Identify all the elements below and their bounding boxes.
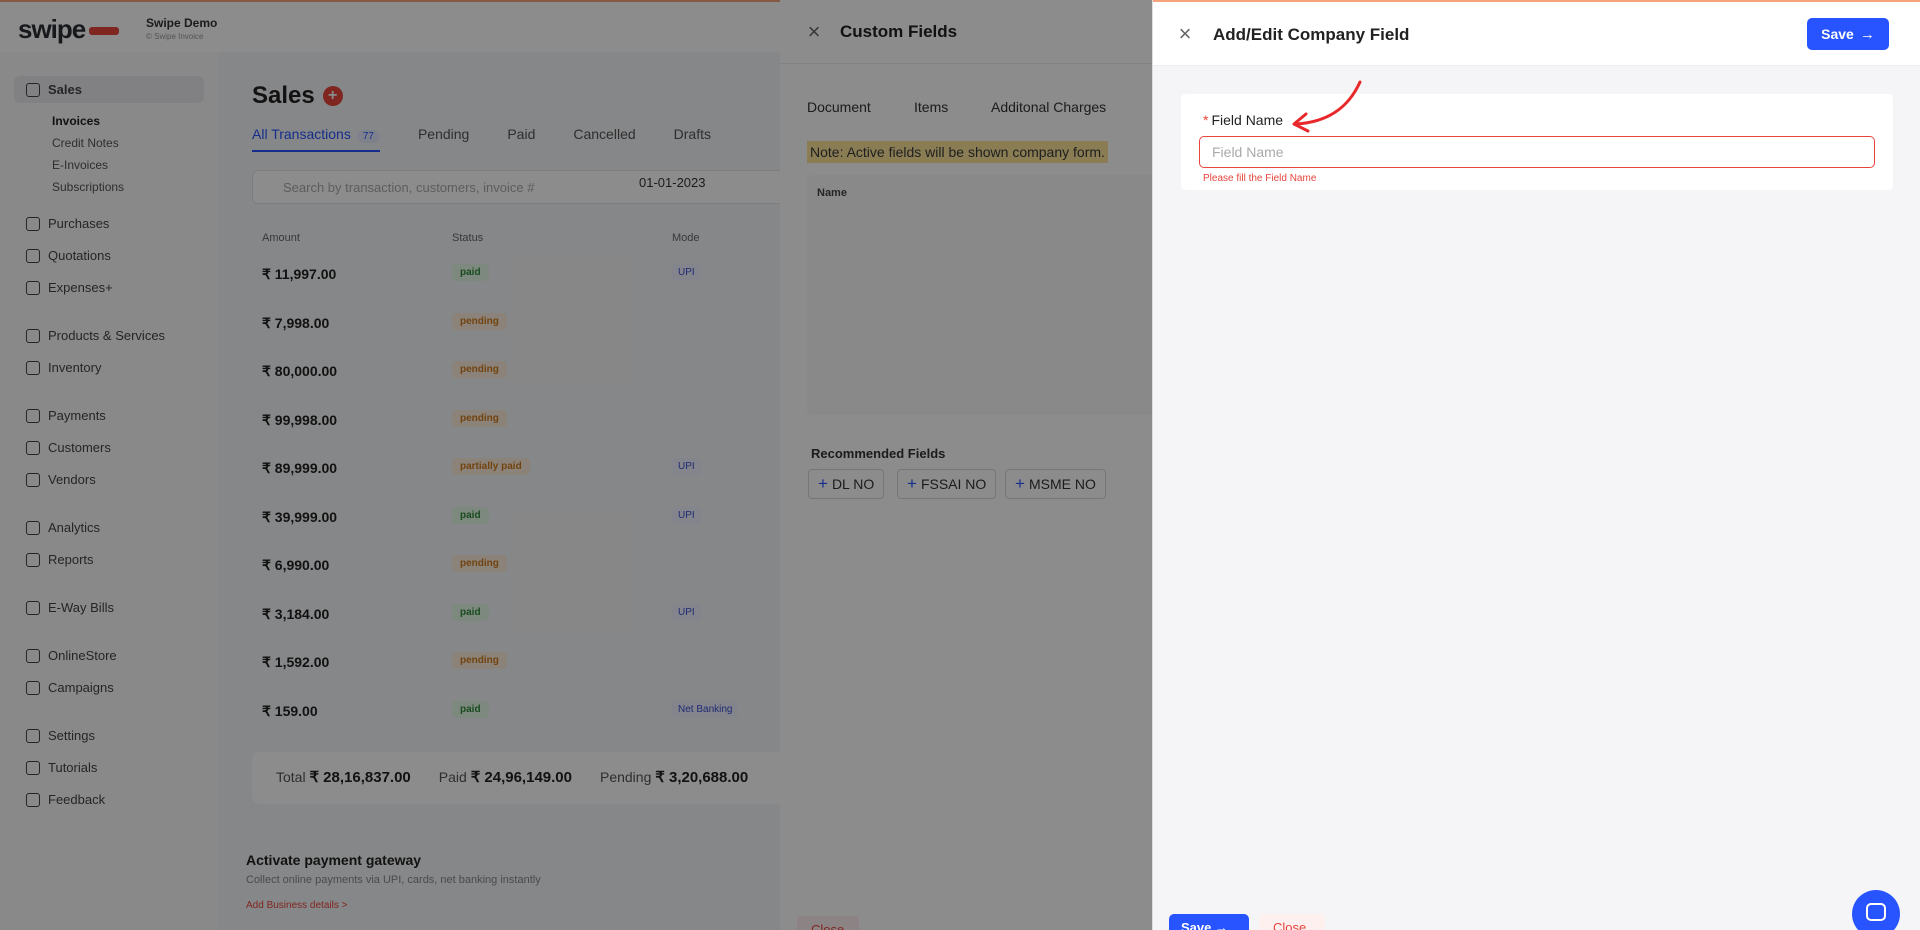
required-asterisk: * <box>1203 112 1209 128</box>
footer-close-button[interactable]: Close <box>1259 914 1325 930</box>
drawer-header: × Add/Edit Company Field Save → <box>1153 0 1920 66</box>
validation-error: Please fill the Field Name <box>1203 173 1317 184</box>
close-icon[interactable]: × <box>1175 23 1195 45</box>
arrow-right-icon: → <box>1859 25 1875 43</box>
annotation-arrow-icon <box>1292 80 1362 133</box>
footer-save-button[interactable]: Save → <box>1169 914 1249 930</box>
support-chat-icon[interactable] <box>1852 890 1900 930</box>
field-name-label: * Field Name <box>1203 112 1284 128</box>
add-edit-company-field-drawer: × Add/Edit Company Field Save → * Field Na… <box>1152 0 1920 930</box>
field-name-input[interactable] <box>1199 136 1875 168</box>
drawer-footer: Save → Close <box>1153 906 1920 930</box>
drawer-title: Add/Edit Company Field <box>1213 25 1410 44</box>
save-button[interactable]: Save → <box>1807 18 1889 50</box>
